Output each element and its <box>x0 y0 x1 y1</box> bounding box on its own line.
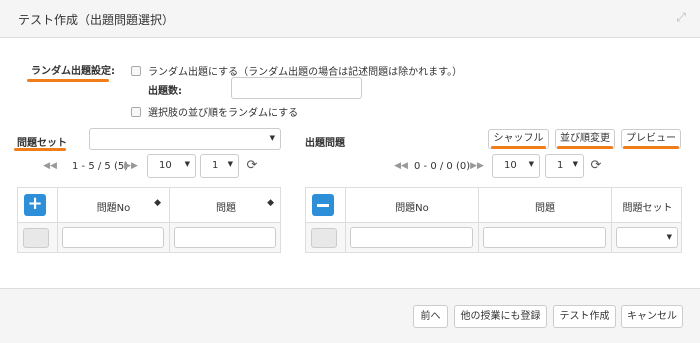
reorder-underline <box>557 146 613 149</box>
random-checkbox-label: ランダム出題にする（ランダム出題の場合は記述問題は除かれます。） <box>148 67 463 78</box>
left-filter-button[interactable] <box>23 228 49 248</box>
selected-questions-label: 出題問題 <box>305 138 345 149</box>
right-remove-header <box>306 188 346 222</box>
sort-icon: ◆ <box>267 198 274 208</box>
left-next-page-icon[interactable]: ▶▶ <box>122 157 140 175</box>
left-page-select[interactable]: 1 ▼ <box>200 154 239 178</box>
right-col-set[interactable]: 問題セット <box>612 188 683 222</box>
right-filter-row: ▼ <box>306 222 681 253</box>
right-page-select[interactable]: 1 ▼ <box>545 154 584 178</box>
test-create-dialog: テスト作成（出題問題選択） ⤢ ランダム出題設定: ランダム出題にする（ランダム… <box>0 0 700 343</box>
right-filter-no-input[interactable] <box>350 227 473 248</box>
chevron-down-icon: ▼ <box>227 160 233 168</box>
left-question-table: + 問題No ◆ 問題 ◆ <box>17 187 281 253</box>
selected-question-table: 問題No 問題 問題セット ▼ <box>305 187 682 253</box>
dialog-footer: 前へ 他の授業にも登録 テスト作成 キャンセル <box>0 288 700 343</box>
chevron-down-icon: ▼ <box>666 233 672 241</box>
left-col-question[interactable]: 問題 ◆ <box>170 188 282 222</box>
create-test-button[interactable]: テスト作成 <box>553 305 616 328</box>
question-set-select[interactable]: ▼ <box>89 128 281 150</box>
chevron-down-icon: ▼ <box>528 160 534 168</box>
question-count-label: 出題数: <box>148 86 182 97</box>
right-col-question[interactable]: 問題 <box>479 188 612 222</box>
register-other-class-button[interactable]: 他の授業にも登録 <box>454 305 547 328</box>
right-prev-page-icon[interactable]: ◀◀ <box>392 157 410 175</box>
question-set-label: 問題セット <box>17 138 67 149</box>
right-next-page-icon[interactable]: ▶▶ <box>468 157 486 175</box>
right-filter-button[interactable] <box>311 228 337 248</box>
right-filter-question-input[interactable] <box>483 227 606 248</box>
chevron-down-icon: ▼ <box>572 160 578 168</box>
expand-icon[interactable]: ⤢ <box>674 10 688 24</box>
dialog-title: テスト作成（出題問題選択） <box>18 13 175 27</box>
random-label-underline <box>27 79 109 82</box>
random-setting-label: ランダム出題設定: <box>31 66 115 77</box>
dialog-titlebar: テスト作成（出題問題選択） ⤢ <box>0 0 700 38</box>
chevron-down-icon: ▼ <box>269 134 275 142</box>
preview-underline <box>623 146 679 149</box>
right-col-no[interactable]: 問題No <box>346 188 479 222</box>
chevron-down-icon: ▼ <box>184 160 190 168</box>
left-col-no[interactable]: 問題No ◆ <box>58 188 170 222</box>
left-filter-question-input[interactable] <box>174 227 276 248</box>
sort-icon: ◆ <box>154 198 161 208</box>
left-prev-page-icon[interactable]: ◀◀ <box>41 157 59 175</box>
left-add-header: + <box>18 188 58 222</box>
right-pager-info: 0 - 0 / 0 (0) <box>414 161 471 172</box>
shuffle-choices-checkbox[interactable] <box>131 107 141 117</box>
random-checkbox[interactable] <box>131 66 141 76</box>
left-pager-info: 1 - 5 / 5 (5) <box>72 161 129 172</box>
right-page-size-select[interactable]: 10 ▼ <box>492 154 540 178</box>
shuffle-underline <box>491 146 546 149</box>
prev-button[interactable]: 前へ <box>413 305 448 328</box>
left-refresh-icon[interactable]: ⟳ <box>245 159 259 173</box>
add-icon[interactable]: + <box>24 194 46 216</box>
left-filter-row <box>18 222 280 253</box>
right-refresh-icon[interactable]: ⟳ <box>589 159 603 173</box>
left-page-size-select[interactable]: 10 ▼ <box>147 154 196 178</box>
shuffle-choices-label: 選択肢の並び順をランダムにする <box>148 108 299 119</box>
question-count-input[interactable] <box>231 77 362 99</box>
left-filter-no-input[interactable] <box>62 227 164 248</box>
right-filter-set-select[interactable]: ▼ <box>616 227 678 248</box>
cancel-button[interactable]: キャンセル <box>621 305 683 328</box>
question-set-underline <box>14 148 66 151</box>
remove-icon[interactable] <box>312 194 334 216</box>
